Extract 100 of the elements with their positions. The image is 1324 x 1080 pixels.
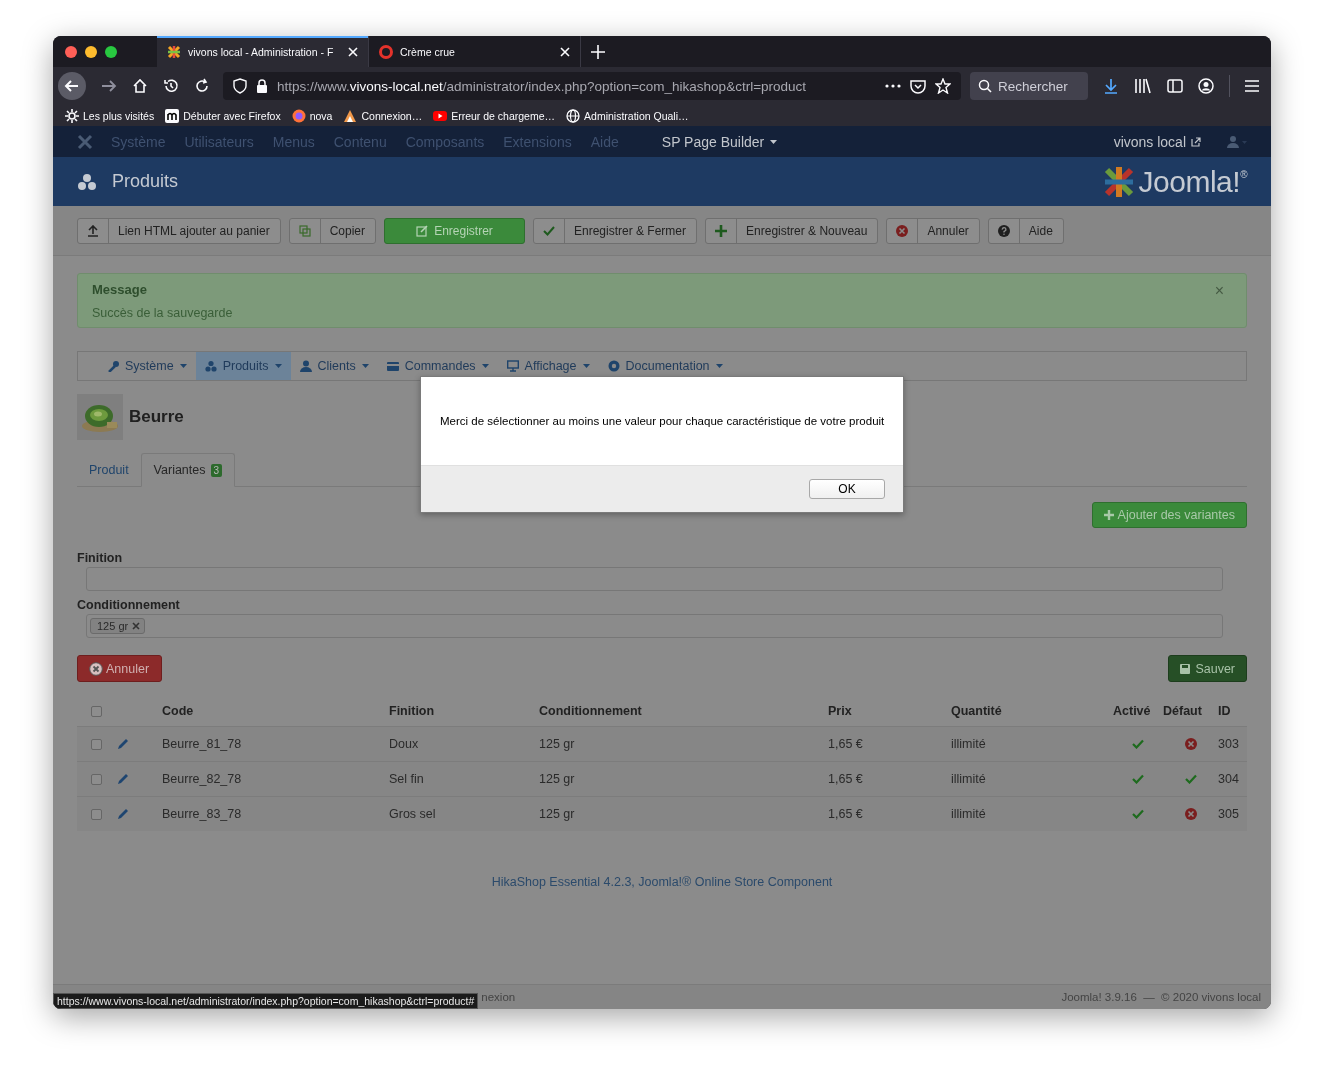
column-header: Quantité [951, 704, 1002, 718]
close-button[interactable]: × [1214, 282, 1224, 300]
bookmark[interactable]: Connexion… [343, 108, 423, 123]
cancel-button[interactable]: Annuler [77, 655, 163, 682]
star-logo-icon [167, 44, 181, 59]
save-button[interactable]: Sauver [1168, 655, 1247, 682]
value-tag[interactable]: 125 gr [90, 618, 146, 634]
tab[interactable]: Produit [77, 453, 141, 486]
submenu-item[interactable]: Documentation [598, 352, 732, 380]
bookmark-label: Les plus visités [83, 109, 155, 122]
table-cell: Beurre_82_78 [162, 772, 242, 786]
input-field[interactable]: 125 gr [86, 614, 1223, 638]
toolbar-button[interactable]: Aide [987, 217, 1064, 244]
checkbox[interactable] [91, 738, 102, 750]
bookmark[interactable]: Débuter avec Firefox [165, 108, 281, 123]
history-icon[interactable] [163, 78, 179, 94]
reload-icon[interactable] [194, 78, 210, 94]
tab[interactable]: Variantes 3 [140, 453, 236, 487]
floppy-icon [1180, 663, 1191, 674]
page-title: Produits [112, 171, 179, 192]
bookmark[interactable]: Les plus visités [65, 108, 155, 123]
cross-circle-icon[interactable] [1184, 808, 1197, 820]
submenu-item[interactable]: Produits [195, 352, 291, 380]
toolbar-button[interactable]: Enregistrer [384, 217, 525, 244]
check-icon[interactable] [1184, 774, 1197, 784]
caret-icon [715, 364, 723, 368]
status-text: nexion [481, 991, 516, 1003]
toolbar-button[interactable]: Copier [288, 217, 376, 244]
search-icon [978, 79, 992, 93]
status-text: Joomla! 3.9.16 — © 2020 vivons local [1061, 991, 1261, 1003]
menu-item[interactable]: SP Page Builder [661, 133, 778, 150]
link-preview: https://www.vivons-local.net/administrator/index.php?option=com_hikashop&ctrl=product# [53, 993, 479, 1009]
menu-icon[interactable] [1245, 80, 1259, 92]
pencil-icon[interactable] [117, 773, 129, 785]
site-link[interactable]: vivons local [1113, 133, 1201, 150]
cross-circle-icon[interactable] [1184, 738, 1197, 750]
add-variants-button[interactable]: Ajouter des variantes [1091, 502, 1247, 528]
star-icon[interactable] [935, 78, 951, 94]
close-icon[interactable] [348, 46, 358, 57]
more-icon[interactable] [885, 84, 901, 88]
toolbar-button[interactable]: Enregistrer & Nouveau [705, 217, 879, 244]
search-field[interactable]: Rechercher [970, 72, 1088, 100]
dialog-message: Merci de sélectionner au moins une valeur pour chaque caractéristique de votre produit [440, 415, 885, 427]
user-icon [299, 360, 312, 372]
external-link-icon [1191, 136, 1201, 147]
pencil-icon[interactable] [117, 738, 129, 750]
remove-icon[interactable] [132, 622, 141, 630]
check-icon[interactable] [1132, 739, 1144, 749]
checkbox[interactable] [91, 705, 102, 717]
window-control-icon[interactable] [65, 45, 77, 58]
table-cell: 125 gr [539, 772, 575, 786]
table-cell: 305 [1218, 807, 1239, 821]
window-control-icon[interactable] [105, 45, 117, 58]
checkbox[interactable] [91, 808, 102, 820]
plus-icon [1103, 510, 1114, 520]
table-cell: 1,65 € [828, 772, 863, 786]
footer-link[interactable]: HikaShop Essential 4.2.3, Joomla!® Online Store Component [491, 875, 833, 889]
table-cell: illimité [951, 737, 986, 751]
submenu-item[interactable]: Clients [290, 352, 378, 380]
library-icon[interactable] [1134, 78, 1152, 94]
table-cell: 1,65 € [828, 737, 863, 751]
submenu-item[interactable]: Système [98, 352, 196, 380]
download-icon[interactable] [1103, 78, 1119, 94]
toolbar-button[interactable]: Annuler [886, 217, 980, 244]
submenu-item[interactable]: Affichage [497, 352, 599, 380]
forward-icon[interactable] [101, 79, 117, 93]
table-cell: Doux [389, 737, 419, 751]
column-header: Prix [828, 704, 852, 718]
checkbox[interactable] [91, 773, 102, 785]
check-icon[interactable] [1132, 809, 1144, 819]
account-icon[interactable] [1198, 78, 1214, 94]
letter-tile-icon [165, 108, 180, 123]
bookmark-label: Erreur de chargeme… [451, 109, 556, 122]
submenu-item[interactable]: Commandes [377, 352, 498, 380]
browser-tab[interactable]: vivons local - Administration - F [157, 36, 369, 67]
ok-button[interactable]: OK [809, 479, 885, 499]
check-icon[interactable] [1132, 774, 1144, 784]
message-text: Succès de la sauvegarde [92, 306, 234, 320]
table-cell: illimité [951, 807, 986, 821]
triangle-logo-icon [343, 108, 358, 123]
field-label: Finition [77, 551, 124, 565]
table-cell: Beurre_81_78 [162, 737, 242, 751]
pocket-icon[interactable] [910, 78, 926, 94]
window-control-icon[interactable] [85, 45, 97, 58]
new-tab-icon[interactable] [591, 44, 605, 59]
bookmark[interactable]: Erreur de chargeme… [433, 108, 556, 123]
toolbar-button[interactable]: Enregistrer & Fermer [533, 217, 698, 244]
toolbar-button[interactable]: Lien HTML ajouter au panier [77, 217, 281, 244]
sidebar-icon[interactable] [1167, 79, 1183, 93]
caret-icon [274, 364, 282, 368]
address-bar[interactable]: https://www.vivons-local.net/administrator/index.php?option=com_hikashop&ctrl=product [223, 72, 961, 100]
back-icon[interactable] [58, 72, 86, 100]
bookmark[interactable]: nova [291, 108, 333, 123]
pencil-icon[interactable] [117, 808, 129, 820]
bookmark-label: Administration Quali… [584, 109, 689, 122]
home-icon[interactable] [132, 78, 148, 94]
close-icon[interactable] [560, 46, 570, 57]
bookmark[interactable]: Administration Quali… [566, 108, 689, 123]
lifebuoy-icon [607, 360, 620, 372]
upload-icon [87, 224, 99, 237]
